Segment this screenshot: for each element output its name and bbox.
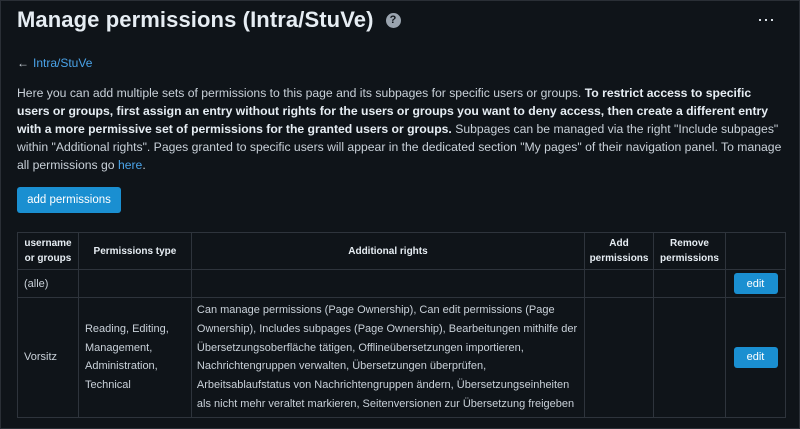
header-actions [725, 232, 786, 270]
header-permissions-type: Permissions type [77, 232, 192, 270]
manage-all-link[interactable]: here [118, 158, 142, 172]
cell-additional-rights: Can manage permissions (Page Ownership),… [190, 297, 586, 418]
intro-part-3: . [142, 158, 146, 172]
table-header-row: username or groups Permissions type Addi… [17, 232, 786, 270]
header-username: username or groups [17, 232, 79, 270]
back-arrow-icon: ← [17, 56, 29, 70]
edit-button[interactable]: edit [733, 273, 778, 294]
page-title: Manage permissions (Intra/StuVe) [17, 7, 374, 32]
cell-additional-rights [190, 269, 586, 298]
cell-user: Vorsitz [17, 297, 79, 418]
header-additional-rights: Additional rights [190, 232, 586, 270]
permissions-table: username or groups Permissions type Addi… [17, 232, 786, 418]
more-options-icon[interactable]: ⋯ [757, 10, 776, 31]
cell-add-permissions [584, 297, 655, 418]
back-link[interactable]: ← Intra/StuVe [17, 56, 92, 70]
help-icon[interactable]: ? [385, 12, 401, 28]
edit-button[interactable]: edit [733, 346, 778, 368]
header-add-permissions: Add permissions [584, 232, 655, 270]
intro-text: Here you can add multiple sets of permis… [17, 84, 787, 174]
cell-add-permissions [584, 269, 655, 298]
cell-remove-permissions [653, 269, 726, 298]
back-link-label: Intra/StuVe [33, 56, 93, 70]
add-permissions-button[interactable]: add permissions [17, 187, 121, 213]
cell-actions: edit [725, 269, 786, 298]
cell-remove-permissions [653, 297, 726, 418]
cell-actions: edit [725, 297, 786, 418]
page-header: Manage permissions (Intra/StuVe) ? [17, 7, 401, 33]
cell-permissions-type [77, 269, 192, 298]
cell-permissions-type: Reading, Editing, Management, Administra… [77, 297, 192, 418]
header-remove-permissions: Remove permissions [653, 232, 726, 270]
table-row: (alle) edit [17, 269, 786, 298]
intro-part-1: Here you can add multiple sets of permis… [17, 86, 585, 100]
cell-user: (alle) [17, 269, 79, 298]
table-row: Vorsitz Reading, Editing, Management, Ad… [17, 297, 786, 418]
